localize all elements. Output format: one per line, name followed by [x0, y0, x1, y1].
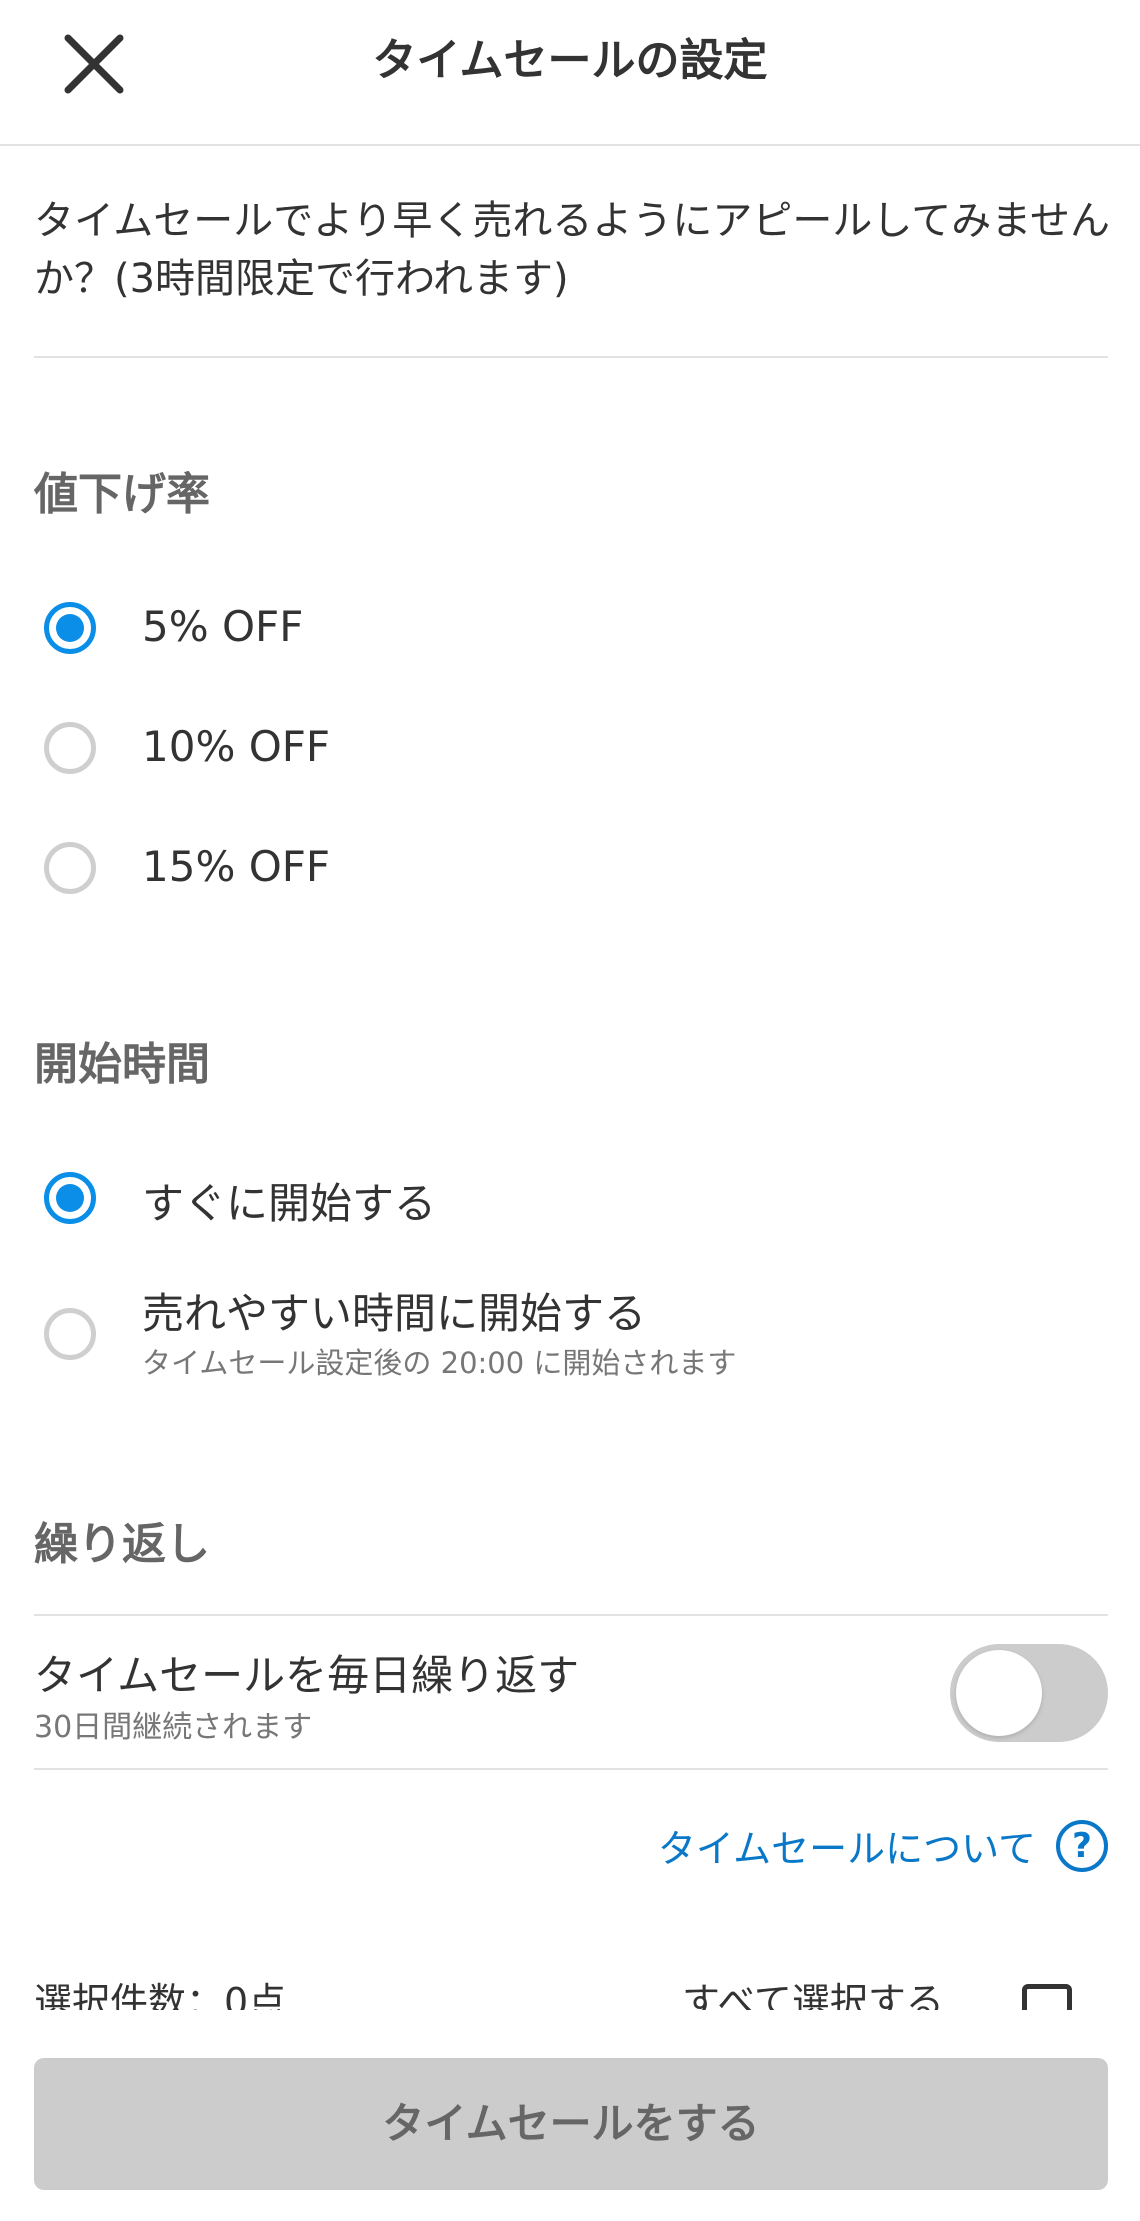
select-all-checkbox[interactable] [1022, 1984, 1072, 2010]
discount-option-15[interactable]: 15% OFF [0, 818, 1140, 918]
repeat-toggle-switch[interactable] [950, 1644, 1108, 1742]
start-option-label: 売れやすい時間に開始する [142, 1289, 647, 1338]
discount-option-label: 5% OFF [142, 602, 304, 651]
selection-count: 選択件数：0点 [34, 1980, 287, 2010]
divider [34, 1614, 1108, 1616]
header: タイムセールの設定 [0, 0, 1140, 146]
start-option-label: すぐに開始する [142, 1179, 437, 1228]
toggle-knob [956, 1650, 1042, 1736]
start-time-sale-button[interactable]: タイムセールをする [34, 2058, 1108, 2190]
radio-unselected-icon[interactable] [44, 722, 96, 774]
time-sale-settings-screen: タイムセールの設定 タイムセールでより早く売れるようにアピールしてみませんか？(… [0, 0, 1140, 2221]
radio-selected-icon[interactable] [44, 602, 96, 654]
repeat-section-title: 繰り返し [34, 1519, 210, 1570]
selection-row: 選択件数：0点 すべて選択する [0, 1980, 1140, 2010]
about-link-text: タイムセールについて [657, 1827, 1036, 1871]
radio-unselected-icon[interactable] [44, 842, 96, 894]
repeat-toggle-sublabel: 30日間継続されます [34, 1710, 313, 1745]
start-option-sublabel: タイムセール設定後の 20:00 に開始されます [142, 1346, 737, 1380]
divider [34, 1768, 1108, 1770]
question-circle-icon: ? [1056, 1819, 1108, 1872]
discount-option-5[interactable]: 5% OFF [0, 578, 1140, 678]
discount-option-10[interactable]: 10% OFF [0, 698, 1140, 798]
radio-unselected-icon[interactable] [44, 1308, 96, 1360]
discount-option-label: 10% OFF [142, 722, 331, 771]
select-all-label[interactable]: すべて選択する [682, 1980, 944, 2010]
radio-selected-icon[interactable] [44, 1172, 96, 1224]
discount-section-title: 値下げ率 [34, 469, 210, 520]
repeat-toggle-label: タイムセールを毎日繰り返す [34, 1651, 580, 1700]
start-time-section-title: 開始時間 [34, 1039, 210, 1090]
divider [34, 356, 1108, 358]
start-option-immediate[interactable]: すぐに開始する [0, 1148, 1140, 1248]
intro-text: タイムセールでより早く売れるようにアピールしてみませんか？(3時間限定で行われま… [34, 198, 1110, 302]
discount-option-label: 15% OFF [142, 842, 331, 891]
page-title: タイムセールの設定 [372, 35, 768, 86]
about-time-sale-link[interactable]: タイムセールについて ? [658, 1818, 1108, 1873]
